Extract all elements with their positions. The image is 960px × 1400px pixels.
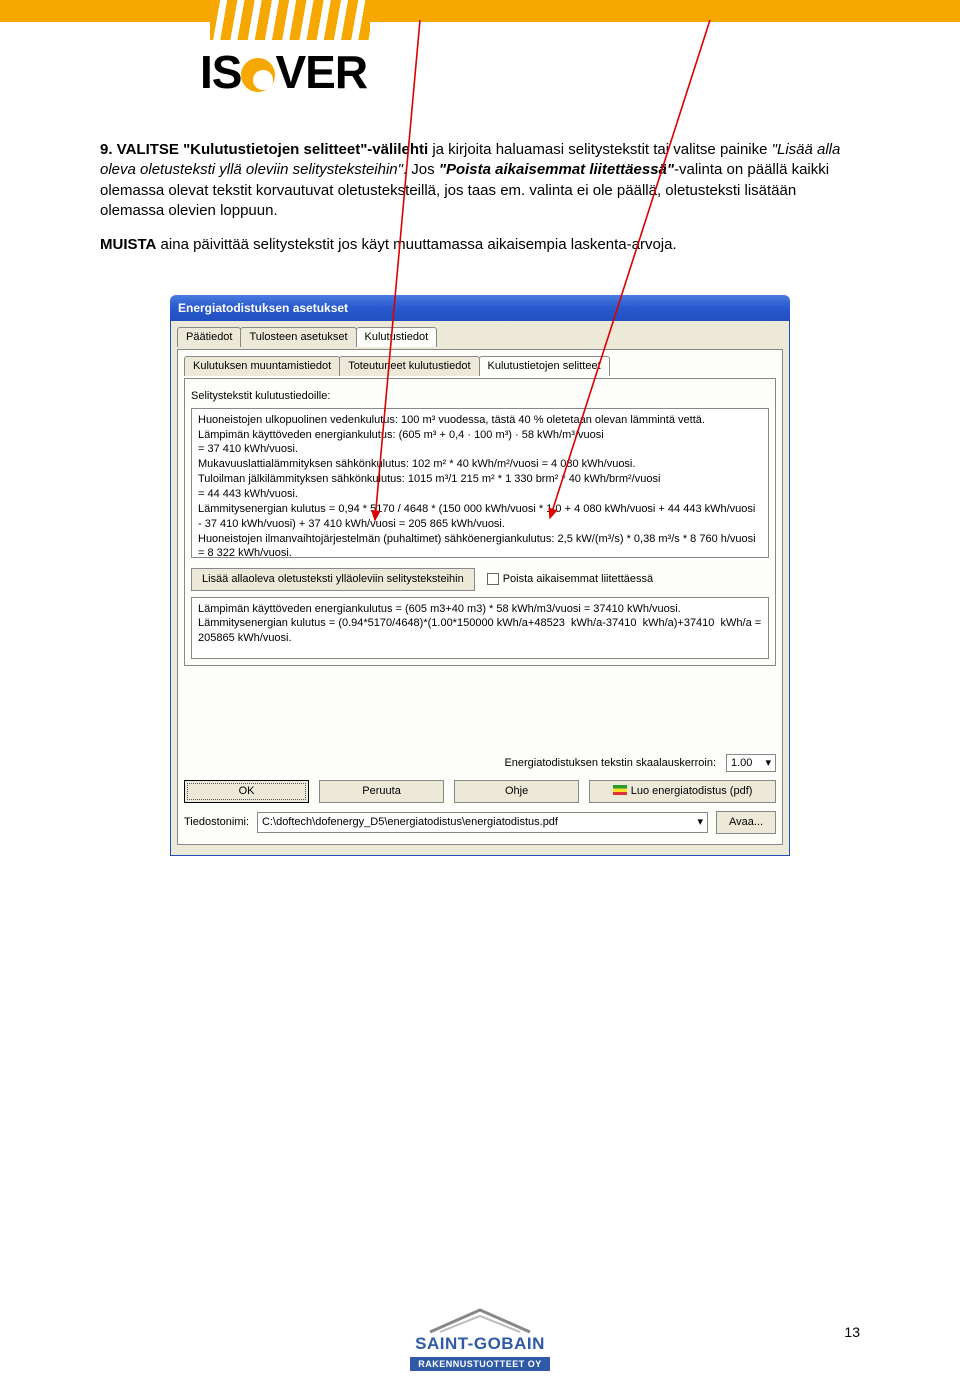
- page-footer: SAINT-GOBAIN RAKENNUSTUOTTEET OY: [0, 1304, 960, 1372]
- button-row: OK Peruuta Ohje Luo energiatodistus (pdf…: [184, 780, 776, 803]
- file-path-value: C:\doftech\dofenergy_D5\energiatodistus\…: [262, 815, 558, 830]
- file-row: Tiedostonimi: C:\doftech\dofenergy_D5\en…: [184, 811, 776, 834]
- saint-gobain-logo: SAINT-GOBAIN RAKENNUSTUOTTEET OY: [410, 1304, 550, 1372]
- tab-paatiedot[interactable]: Päätiedot: [177, 327, 241, 347]
- checkbox-label: Poista aikaisemmat liitettäessä: [503, 572, 653, 587]
- arrow-red-left: [330, 20, 510, 540]
- help-button[interactable]: Ohje: [454, 780, 579, 803]
- sg-company: SAINT-GOBAIN: [410, 1334, 550, 1354]
- energy-icon: [613, 785, 627, 795]
- scale-row: Energiatodistuksen tekstin skaalauskerro…: [184, 754, 776, 773]
- p2-lead: MUISTA: [100, 236, 156, 253]
- file-path-input[interactable]: C:\doftech\dofenergy_D5\energiatodistus\…: [257, 812, 708, 833]
- chevron-down-icon: ▾: [765, 756, 771, 771]
- document-body: 9. VALITSE "Kulutustietojen selitteet"-v…: [0, 120, 960, 856]
- sg-subtitle: RAKENNUSTUOTTEET OY: [410, 1357, 550, 1371]
- remove-previous-checkbox[interactable]: Poista aikaisemmat liitettäessä: [487, 572, 653, 587]
- yellow-top-bar: [0, 0, 960, 22]
- checkbox-icon: [487, 573, 499, 585]
- ok-button[interactable]: OK: [184, 780, 309, 803]
- scale-value: 1.00: [731, 756, 752, 771]
- add-default-text-button[interactable]: Lisää allaoleva oletusteksti ylläoleviin…: [191, 568, 475, 591]
- tab-muuntamistiedot[interactable]: Kulutuksen muuntamistiedot: [184, 356, 340, 376]
- chevron-down-icon: ▾: [697, 815, 703, 830]
- lower-textarea[interactable]: Lämpimän käyttöveden energiankulutus = (…: [191, 597, 769, 659]
- cancel-button[interactable]: Peruuta: [319, 780, 444, 803]
- generate-label: Luo energiatodistus (pdf): [631, 785, 753, 797]
- mid-row: Lisää allaoleva oletusteksti ylläoleviin…: [191, 568, 769, 591]
- scale-select[interactable]: 1.00 ▾: [726, 754, 776, 773]
- dialog-title: Energiatodistuksen asetukset: [178, 300, 348, 316]
- file-label: Tiedostonimi:: [184, 815, 249, 830]
- generate-pdf-button[interactable]: Luo energiatodistus (pdf): [589, 780, 776, 803]
- arrow-red-right: [540, 20, 740, 540]
- open-button[interactable]: Avaa...: [716, 811, 776, 834]
- scale-label: Energiatodistuksen tekstin skaalauskerro…: [504, 756, 716, 771]
